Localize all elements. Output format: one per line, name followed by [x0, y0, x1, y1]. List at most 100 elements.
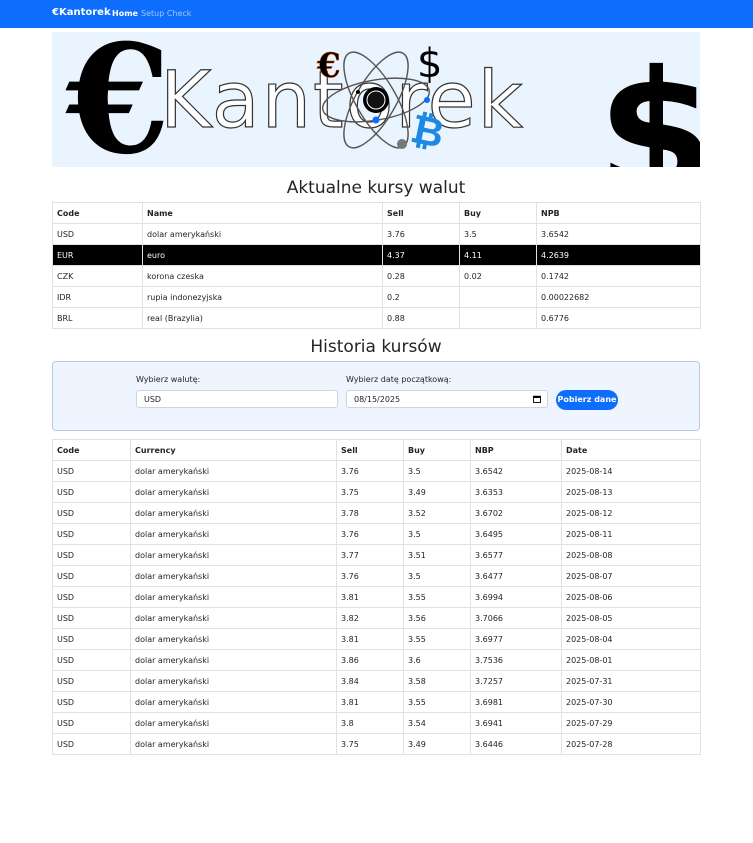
table-cell: 0.6776	[536, 307, 701, 329]
table-cell: 3.6977	[470, 628, 562, 650]
table-cell: dolar amerykański	[130, 670, 337, 692]
start-date-input[interactable]: 08/15/2025	[346, 390, 548, 408]
col-name: Name	[142, 202, 383, 224]
table-row: USD dolar amerykański 3.81 3.55 3.6994 2025-0…	[52, 586, 701, 608]
table-row: USD dolar amerykański 3.77 3.51 3.6577 2025-0…	[52, 544, 701, 566]
col-npb: NPB	[536, 202, 701, 224]
table-cell: 3.56	[403, 607, 471, 629]
table-cell: rupia indonezyjska	[142, 286, 383, 308]
table-cell: 3.52	[403, 502, 471, 524]
calendar-icon[interactable]	[533, 395, 541, 403]
small-euro-icon: €	[316, 46, 341, 86]
table-cell: USD	[52, 565, 131, 587]
table-row: USD dolar amerykański 3.86 3.6 3.7536 2025-08…	[52, 649, 701, 671]
nav-setup-check-link[interactable]: Setup Check	[141, 9, 191, 18]
table-cell: dolar amerykański	[130, 544, 337, 566]
table-cell: 3.76	[336, 460, 404, 482]
table-cell: 2025-07-31	[561, 670, 701, 692]
currency-input[interactable]: USD	[136, 390, 338, 408]
table-cell: USD	[52, 481, 131, 503]
table-cell: 3.5	[403, 523, 471, 545]
table-row: USD dolar amerykański 3.81 3.55 3.6977 2025-0…	[52, 628, 701, 650]
table-cell: 0.28	[382, 265, 460, 287]
table-cell: 3.81	[336, 691, 404, 713]
col-buy: Buy	[403, 439, 471, 461]
brand-link[interactable]: €Kantorek	[52, 7, 111, 18]
table-cell: USD	[52, 628, 131, 650]
col-code: Code	[52, 202, 143, 224]
table-cell: 0.00022682	[536, 286, 701, 308]
table-cell: 4.2639	[536, 244, 701, 266]
table-cell: euro	[142, 244, 383, 266]
table-cell: 3.6477	[470, 565, 562, 587]
table-cell: dolar amerykański	[130, 691, 337, 713]
table-cell: dolar amerykański	[142, 223, 383, 245]
table-row: USD dolar amerykański 3.8 3.54 3.6941 2025-07…	[52, 712, 701, 734]
table-cell: 2025-07-29	[561, 712, 701, 734]
table-cell: dolar amerykański	[130, 502, 337, 524]
table-cell: 0.02	[459, 265, 537, 287]
table-cell: korona czeska	[142, 265, 383, 287]
table-cell: dolar amerykański	[130, 607, 337, 629]
start-date-label: Wybierz datę początkową:	[346, 375, 452, 384]
table-cell: dolar amerykański	[130, 712, 337, 734]
table-cell: 3.6353	[470, 481, 562, 503]
table-cell: dolar amerykański	[130, 649, 337, 671]
table-cell: IDR	[52, 286, 143, 308]
table-cell: 3.81	[336, 628, 404, 650]
table-cell: USD	[52, 607, 131, 629]
table-cell: dolar amerykański	[130, 586, 337, 608]
table-cell: dolar amerykański	[130, 460, 337, 482]
nav-home-link[interactable]: Home	[112, 9, 138, 18]
table-cell: 3.7257	[470, 670, 562, 692]
table-cell: 3.6577	[470, 544, 562, 566]
table-cell: USD	[52, 223, 143, 245]
table-cell: 3.82	[336, 607, 404, 629]
table-row: EUR euro 4.37 4.11 4.2639	[52, 244, 701, 266]
table-cell: USD	[52, 502, 131, 524]
table-cell: 3.55	[403, 586, 471, 608]
euro-icon: €	[65, 32, 170, 167]
table-cell: CZK	[52, 265, 143, 287]
table-row: BRL real (Brazylia) 0.88 0.6776	[52, 307, 701, 329]
table-row: USD dolar amerykański 3.84 3.58 3.7257 2025-0…	[52, 670, 701, 692]
fetch-data-button[interactable]: Pobierz dane	[556, 390, 618, 410]
table-cell: 0.88	[382, 307, 460, 329]
table-cell: USD	[52, 733, 131, 755]
table-cell: USD	[52, 586, 131, 608]
table-cell: 3.7066	[470, 607, 562, 629]
table-cell: real (Brazylia)	[142, 307, 383, 329]
table-cell: 3.78	[336, 502, 404, 524]
table-cell: 4.11	[459, 244, 537, 266]
table-cell: 3.81	[336, 586, 404, 608]
table-cell: 2025-08-11	[561, 523, 701, 545]
table-row: USD dolar amerykański 3.76 3.5 3.6495 2025-08…	[52, 523, 701, 545]
table-row: USD dolar amerykański 3.82 3.56 3.7066 2025-0…	[52, 607, 701, 629]
table-cell: 3.49	[403, 481, 471, 503]
table-cell: 3.77	[336, 544, 404, 566]
table-cell: 2025-08-04	[561, 628, 701, 650]
table-cell: 3.5	[403, 460, 471, 482]
table-cell: 0.1742	[536, 265, 701, 287]
table-cell: BRL	[52, 307, 143, 329]
table-cell: 3.84	[336, 670, 404, 692]
start-date-value: 08/15/2025	[354, 395, 401, 404]
col-buy: Buy	[459, 202, 537, 224]
history-heading: Historia kursów	[310, 337, 442, 357]
dollar-icon: $	[597, 35, 700, 167]
table-cell: 0.2	[382, 286, 460, 308]
table-cell: 3.54	[403, 712, 471, 734]
table-row: USD dolar amerykański 3.75 3.49 3.6446 2025-0…	[52, 733, 701, 755]
col-sell: Sell	[382, 202, 460, 224]
table-cell: 3.6542	[470, 460, 562, 482]
table-cell: 2025-08-01	[561, 649, 701, 671]
table-cell: 3.75	[336, 733, 404, 755]
table-cell: 3.6446	[470, 733, 562, 755]
table-cell: 3.8	[336, 712, 404, 734]
table-cell: 2025-08-13	[561, 481, 701, 503]
rates-header-row: Code Name Sell Buy NPB	[52, 202, 701, 224]
table-cell: 3.49	[403, 733, 471, 755]
table-cell: 2025-07-28	[561, 733, 701, 755]
table-cell: 3.58	[403, 670, 471, 692]
table-cell: USD	[52, 523, 131, 545]
